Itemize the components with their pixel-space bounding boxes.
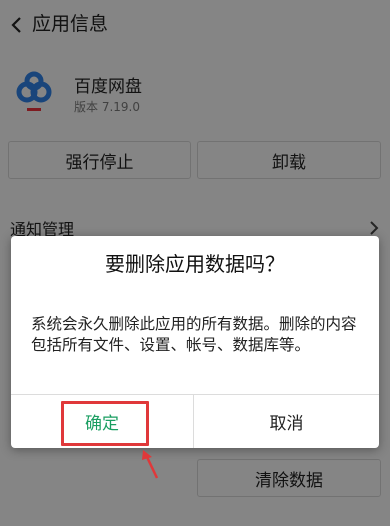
dialog-title: 要删除应用数据吗？ <box>105 252 285 276</box>
annotation-highlight-box <box>61 401 149 446</box>
dialog-message: 系统会永久删除此应用的所有数据。删除的内容包括所有文件、设置、帐号、数据库等。 <box>31 315 357 354</box>
cancel-button[interactable]: 取消 <box>194 395 379 448</box>
arrow-up-icon <box>138 448 164 482</box>
